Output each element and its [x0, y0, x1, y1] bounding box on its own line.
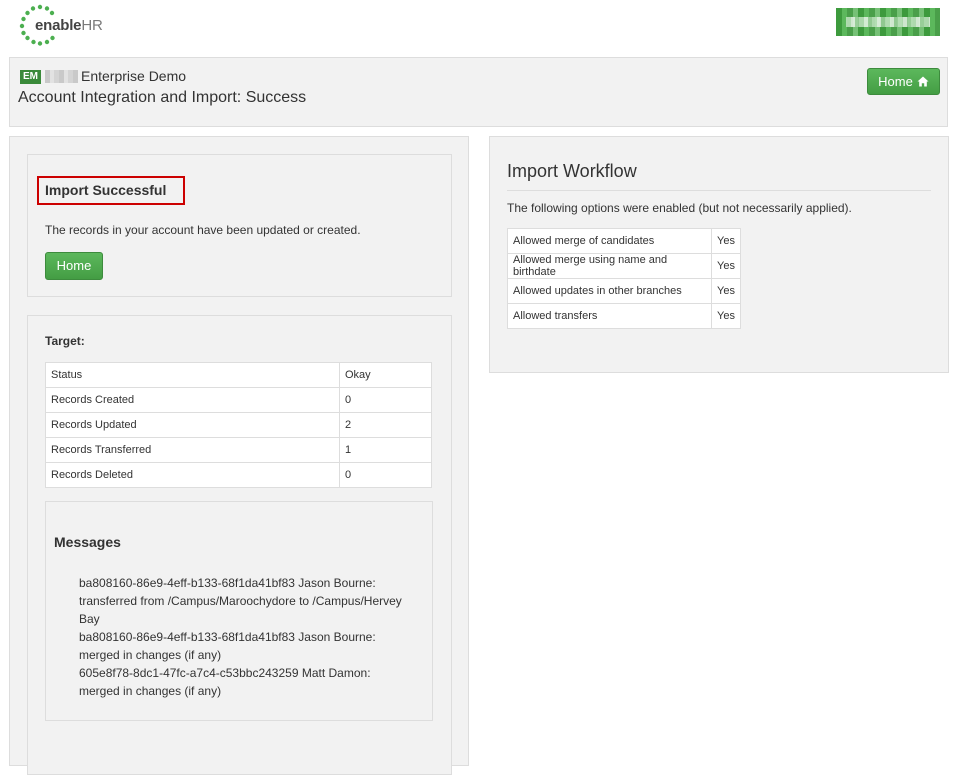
messages-title: Messages [54, 534, 121, 550]
table-row: Allowed merge of candidates Yes [506, 228, 741, 254]
row-value: Yes [711, 228, 741, 254]
target-box: Target: Status Okay Records Created 0 Reco… [27, 315, 452, 775]
table-row: Allowed transfers Yes [506, 303, 741, 329]
enablehr-logo[interactable]: enableHR [18, 4, 108, 46]
row-label: Allowed transfers [506, 303, 713, 329]
header-home-button[interactable]: Home [867, 68, 940, 95]
row-value: Okay [339, 362, 432, 388]
table-row: Status Okay [45, 362, 432, 388]
row-label: Records Transferred [45, 437, 340, 463]
row-value: Yes [711, 303, 741, 329]
row-value: Yes [711, 278, 741, 304]
table-row: Records Updated 2 [45, 412, 432, 438]
message-item: ba808160-86e9-4eff-b133-68f1da41bf83 Jas… [79, 576, 402, 626]
divider [507, 190, 931, 191]
table-row: Records Created 0 [45, 387, 432, 413]
org-badge: EM [20, 70, 41, 84]
page-header: EM Enterprise Demo Account Integration a… [9, 57, 948, 127]
row-label: Allowed merge using name and birthdate [506, 253, 713, 279]
messages-list: ba808160-86e9-4eff-b133-68f1da41bf83 Jas… [79, 574, 409, 700]
row-label: Allowed updates in other branches [506, 278, 713, 304]
messages-box: Messages ba808160-86e9-4eff-b133-68f1da4… [45, 501, 433, 721]
import-success-title: Import Successful [37, 176, 185, 205]
left-column-panel: Import Successful The records in your ac… [9, 136, 469, 775]
message-item: ba808160-86e9-4eff-b133-68f1da41bf83 Jas… [79, 630, 376, 662]
table-row: Records Deleted 0 [45, 462, 432, 488]
row-label: Status [45, 362, 340, 388]
row-label: Records Updated [45, 412, 340, 438]
home-icon [917, 76, 929, 87]
row-label: Records Deleted [45, 462, 340, 488]
org-name: Enterprise Demo [81, 68, 187, 84]
org-name-redacted [45, 70, 78, 83]
import-workflow-panel: Import Workflow The following options we… [489, 136, 949, 373]
target-table: Status Okay Records Created 0 Records Upda… [45, 362, 432, 488]
table-row: Allowed updates in other branches Yes [506, 278, 741, 304]
table-row: Allowed merge using name and birthdate Ye… [506, 253, 741, 279]
user-menu-button[interactable] [836, 8, 940, 36]
workflow-table: Allowed merge of candidates Yes Allowed m… [506, 228, 741, 329]
workflow-description: The following options were enabled (but … [507, 201, 852, 215]
header-home-label: Home [878, 74, 913, 89]
import-success-box: Import Successful The records in your ac… [27, 154, 452, 297]
row-value: 0 [339, 462, 432, 488]
row-label: Records Created [45, 387, 340, 413]
workflow-title: Import Workflow [507, 161, 637, 181]
user-name-redacted [846, 17, 930, 27]
import-success-message: The records in your account have been up… [45, 223, 361, 237]
row-value: Yes [711, 253, 741, 279]
row-value: 0 [339, 387, 432, 413]
page-title: Account Integration and Import: Success [18, 89, 307, 106]
target-title: Target: [45, 334, 85, 348]
table-row: Records Transferred 1 [45, 437, 432, 463]
home-button[interactable]: Home [45, 252, 103, 280]
message-item: 605e8f78-8dc1-47fc-a7c4-c53bbc243259 Mat… [79, 666, 371, 698]
logo-wordmark: enableHR [35, 17, 103, 34]
row-value: 1 [339, 437, 432, 463]
row-value: 2 [339, 412, 432, 438]
top-bar: enableHR [0, 0, 954, 48]
row-label: Allowed merge of candidates [506, 228, 713, 254]
